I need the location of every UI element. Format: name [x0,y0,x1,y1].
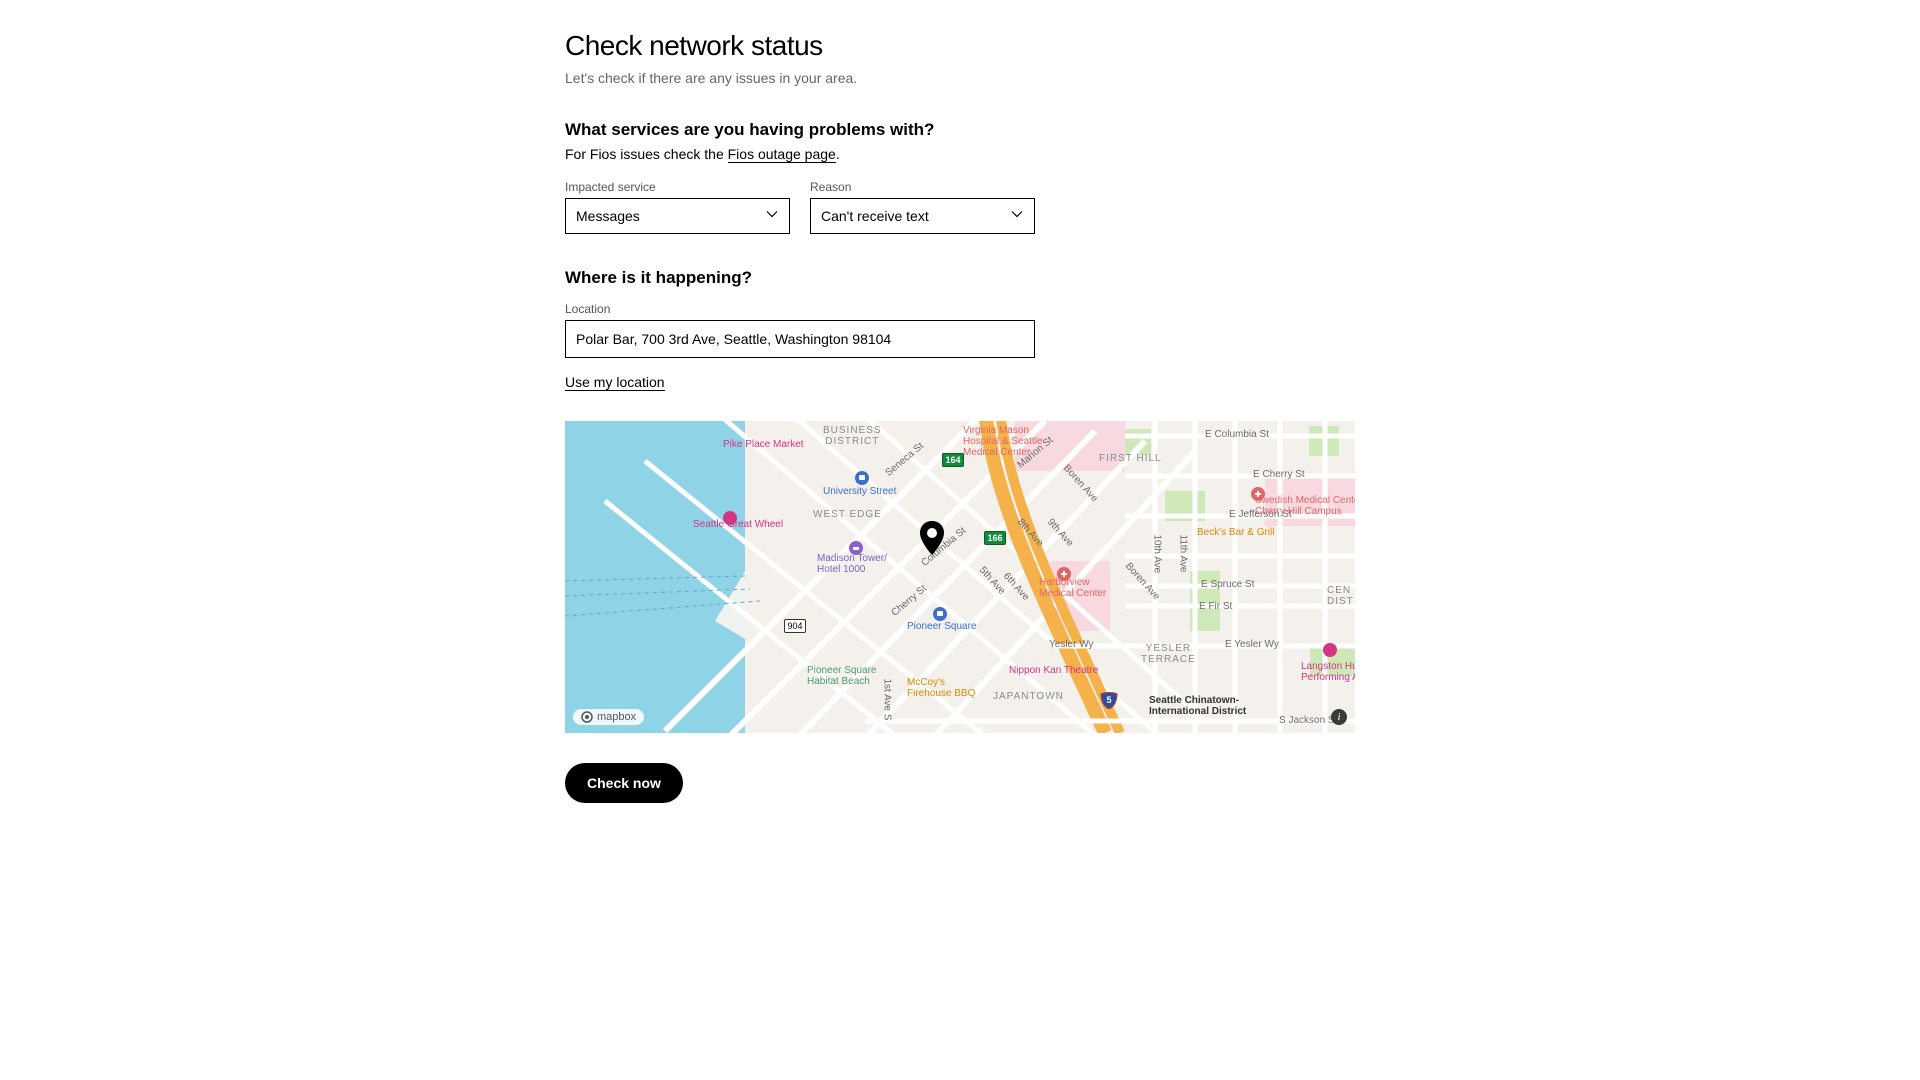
location-heading: Where is it happening? [565,268,1355,288]
map-label: BUSINESSDISTRICT [823,425,882,447]
map-label: Pioneer SquareHabitat Beach [807,665,877,687]
map-label: 1st Ave S [882,679,893,721]
map-label: CENDIST [1327,585,1354,607]
map-pin-icon [919,521,945,558]
map-label: E Cherry St [1253,469,1305,480]
use-my-location-link[interactable]: Use my location [565,374,665,391]
interstate-shield: 5 [1100,691,1118,709]
map-label: Nippon Kan Theatre [1009,665,1098,676]
hospital-icon [1251,487,1265,501]
transit-icon [855,471,869,485]
highway-badge: 166 [984,531,1006,545]
impacted-service-label: Impacted service [565,180,790,194]
map-label: Pike Place Market [723,439,804,450]
map-label: E Yesler Wy [1225,639,1279,650]
map-label: E Columbia St [1205,429,1269,440]
map-label: Seattle Great Wheel [693,519,783,530]
reason-value: Can't receive text [821,208,929,224]
map-label: Langston HughesPerforming Arts Center [1301,661,1355,683]
check-now-button[interactable]: Check now [565,763,683,803]
mapbox-logo-icon [581,711,593,723]
impacted-service-select[interactable]: Messages [565,198,790,234]
map-label: Beck's Bar & Grill [1197,527,1274,538]
map-info-icon[interactable]: i [1331,709,1347,725]
map-label: 11th Ave [1178,535,1189,573]
attraction-icon [723,511,737,525]
fios-outage-link[interactable]: Fios outage page [728,146,836,163]
map-label: E Spruce St [1201,579,1254,590]
chevron-down-icon [765,208,779,225]
reason-select[interactable]: Can't receive text [810,198,1035,234]
map-label: Yesler Wy [1049,639,1094,650]
map-label: WEST EDGE [813,509,882,520]
map-label: HarborviewMedical Center [1039,577,1106,599]
map-label: FIRST HILL [1099,453,1162,464]
attraction-icon [1323,643,1337,657]
hospital-icon [1057,567,1071,581]
map-attribution: mapbox [573,709,644,725]
hotel-icon [849,541,863,555]
route-badge: 904 [784,619,806,633]
page-subtitle: Let's check if there are any issues in y… [565,70,1355,86]
impacted-service-value: Messages [576,208,640,224]
services-description: For Fios issues check the Fios outage pa… [565,146,1355,162]
map-label: YESLERTERRACE [1141,643,1196,665]
map-label: McCoy'sFirehouse BBQ [907,677,975,699]
map-label: University Street [823,486,896,497]
map-label: S Jackson St [1279,715,1337,726]
svg-text:5: 5 [1106,695,1111,705]
map-label: Pioneer Square [907,621,977,632]
desc-suffix: . [836,146,840,162]
transit-icon [933,607,947,621]
map-label: 10th Ave [1152,535,1163,574]
location-label: Location [565,302,1035,316]
map-label: JAPANTOWN [993,691,1064,702]
services-heading: What services are you having problems wi… [565,120,1355,140]
map-label: Madison Tower/Hotel 1000 [817,553,887,575]
desc-text: For Fios issues check the [565,146,728,162]
highway-badge: 164 [942,453,964,467]
location-input[interactable] [565,320,1035,358]
map-label: E Fir St [1199,601,1232,612]
map-label: Swedish Medical CenterCherry Hill Campus [1255,495,1355,517]
page-title: Check network status [565,30,1355,62]
chevron-down-icon [1010,208,1024,225]
map-label: Seattle Chinatown-International District [1149,695,1246,717]
reason-label: Reason [810,180,1035,194]
location-map[interactable]: BUSINESSDISTRICT Pike Place Market Unive… [565,421,1355,733]
